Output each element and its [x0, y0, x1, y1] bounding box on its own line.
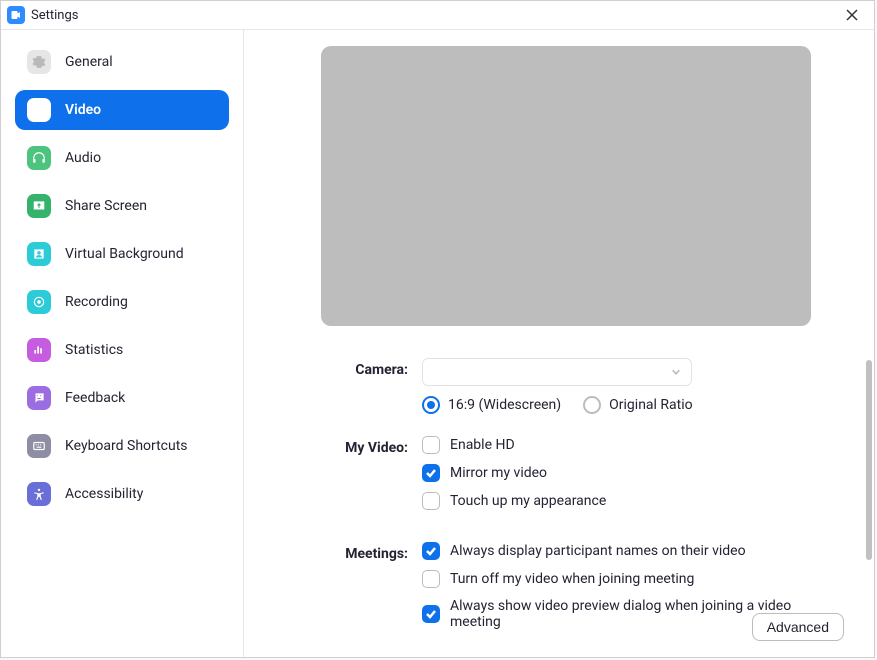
main-panel: Camera: 16:9 (Widescreen) — [244, 30, 874, 657]
statistics-icon — [27, 338, 51, 362]
sidebar-item-label: Video — [65, 102, 101, 118]
chevron-down-icon — [671, 367, 681, 377]
settings-window: Settings General Video — [0, 0, 875, 658]
feedback-icon — [27, 386, 51, 410]
sidebar-item-statistics[interactable]: Statistics — [15, 330, 229, 370]
checkbox-label: Mirror my video — [450, 465, 547, 481]
checkbox-display-names[interactable]: Always display participant names on thei… — [422, 542, 840, 560]
checkbox-icon — [422, 570, 440, 588]
sidebar-item-audio[interactable]: Audio — [15, 138, 229, 178]
radio-16-9[interactable]: 16:9 (Widescreen) — [422, 396, 561, 414]
accessibility-icon — [27, 482, 51, 506]
advanced-button[interactable]: Advanced — [752, 613, 844, 641]
checkbox-icon — [422, 436, 440, 454]
sidebar-item-label: Keyboard Shortcuts — [65, 438, 188, 454]
sidebar-item-label: Share Screen — [65, 198, 147, 214]
radio-label: Original Ratio — [609, 397, 692, 413]
sidebar-item-label: Accessibility — [65, 486, 143, 502]
sidebar-item-feedback[interactable]: Feedback — [15, 378, 229, 418]
checkbox-label: Enable HD — [450, 437, 515, 453]
video-icon — [27, 98, 51, 122]
checkbox-label: Turn off my video when joining meeting — [450, 571, 694, 587]
sidebar-item-virtual-background[interactable]: Virtual Background — [15, 234, 229, 274]
sidebar: General Video Audio Share Screen — [1, 30, 244, 657]
close-button[interactable] — [838, 1, 866, 29]
camera-label: Camera: — [292, 358, 422, 378]
sidebar-item-label: General — [65, 54, 113, 70]
radio-icon — [583, 396, 601, 414]
video-preview — [321, 46, 811, 326]
checkbox-icon — [422, 492, 440, 510]
window-title: Settings — [31, 8, 78, 23]
checkbox-touch-up[interactable]: Touch up my appearance — [422, 492, 840, 510]
radio-original-ratio[interactable]: Original Ratio — [583, 396, 692, 414]
sidebar-item-share-screen[interactable]: Share Screen — [15, 186, 229, 226]
checkbox-icon — [422, 542, 440, 560]
meetings-label: Meetings: — [292, 542, 422, 562]
radio-icon — [422, 396, 440, 414]
sidebar-item-label: Audio — [65, 150, 101, 166]
checkbox-label: Always display participant names on thei… — [450, 543, 746, 559]
checkbox-mirror-video[interactable]: Mirror my video — [422, 464, 840, 482]
headphones-icon — [27, 146, 51, 170]
my-video-label: My Video: — [292, 436, 422, 456]
checkbox-icon — [422, 605, 440, 623]
sidebar-item-label: Feedback — [65, 390, 125, 406]
gear-icon — [27, 50, 51, 74]
checkbox-label: Touch up my appearance — [450, 493, 606, 509]
sidebar-item-accessibility[interactable]: Accessibility — [15, 474, 229, 514]
titlebar: Settings — [1, 1, 874, 30]
recording-icon — [27, 290, 51, 314]
camera-select[interactable] — [422, 358, 692, 386]
checkbox-icon — [422, 464, 440, 482]
checkbox-turn-off-video-join[interactable]: Turn off my video when joining meeting — [422, 570, 840, 588]
virtual-background-icon — [27, 242, 51, 266]
radio-label: 16:9 (Widescreen) — [448, 397, 561, 413]
sidebar-item-general[interactable]: General — [15, 42, 229, 82]
app-icon — [7, 6, 25, 24]
sidebar-item-video[interactable]: Video — [15, 90, 229, 130]
share-screen-icon — [27, 194, 51, 218]
checkbox-enable-hd[interactable]: Enable HD — [422, 436, 840, 454]
sidebar-item-label: Recording — [65, 294, 128, 310]
sidebar-item-keyboard-shortcuts[interactable]: Keyboard Shortcuts — [15, 426, 229, 466]
scrollbar-thumb[interactable] — [866, 360, 872, 560]
sidebar-item-label: Virtual Background — [65, 246, 184, 262]
sidebar-item-recording[interactable]: Recording — [15, 282, 229, 322]
keyboard-icon — [27, 434, 51, 458]
sidebar-item-label: Statistics — [65, 342, 123, 358]
